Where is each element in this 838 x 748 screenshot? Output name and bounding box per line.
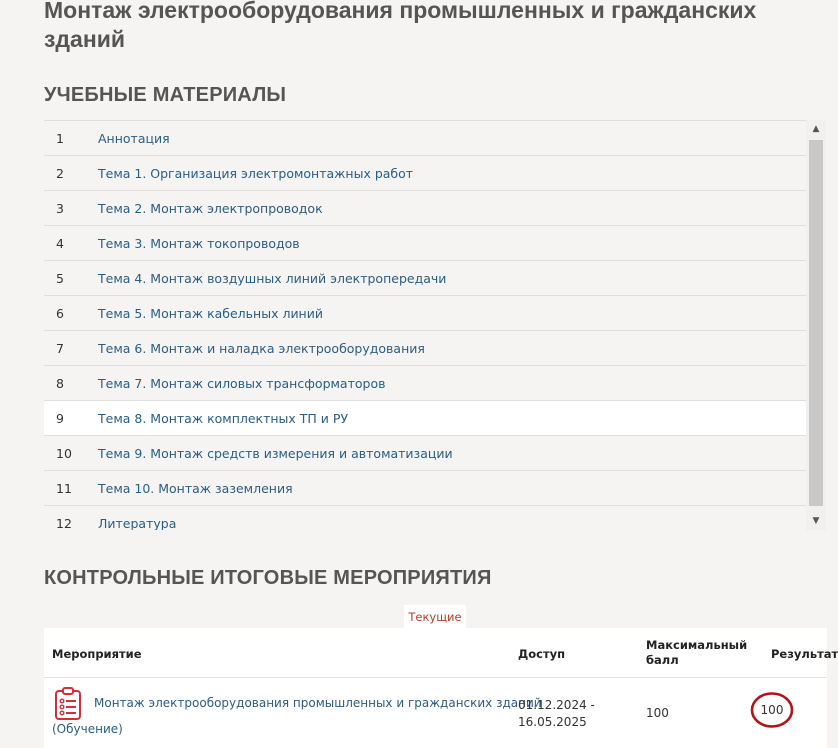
- events-table-header: Мероприятие Доступ Максимальный балл Рез…: [44, 628, 838, 678]
- list-item-number: 1: [56, 130, 64, 146]
- events-heading: КОНТРОЛЬНЫЕ ИТОГОВЫЕ МЕРОПРИЯТИЯ: [44, 567, 492, 589]
- list-item[interactable]: 9 Тема 8. Монтаж комплектных ТП и РУ: [44, 401, 806, 436]
- event-link[interactable]: Монтаж электрооборудования промышленных …: [94, 696, 542, 710]
- material-link[interactable]: Тема 7. Монтаж силовых трансформаторов: [98, 376, 385, 391]
- list-item[interactable]: 10 Тема 9. Монтаж средств измерения и авт…: [44, 436, 806, 471]
- material-link[interactable]: Тема 10. Монтаж заземления: [98, 481, 293, 496]
- column-header-result: Результат: [771, 647, 838, 661]
- event-result: 100: [750, 691, 794, 729]
- material-link[interactable]: Тема 4. Монтаж воздушных линий электропе…: [98, 271, 446, 286]
- list-item-number: 10: [56, 445, 72, 461]
- event-type-link[interactable]: (Обучение): [52, 722, 123, 736]
- list-item-number: 11: [56, 480, 72, 496]
- column-header-max-score: Максимальный балл: [646, 638, 748, 667]
- page-title: Монтаж электрооборудования промышленных …: [44, 0, 757, 52]
- access-to: 16.05.2025: [518, 715, 587, 729]
- clipboard-checklist-icon: [55, 687, 81, 720]
- events-table: Мероприятие Доступ Максимальный балл Рез…: [44, 628, 838, 748]
- event-result-value: 100: [760, 703, 784, 717]
- materials-panel: 1 Аннотация 2 Тема 1. Организация электромо…: [44, 120, 826, 530]
- list-item[interactable]: 3 Тема 2. Монтаж электропроводок: [44, 191, 806, 226]
- material-link[interactable]: Тема 5. Монтаж кабельных линий: [98, 306, 323, 321]
- materials-scrollbar[interactable]: ▲ ▼: [806, 120, 826, 530]
- column-header-event: Мероприятие: [52, 647, 142, 661]
- list-item-number: 7: [56, 340, 64, 356]
- access-from: 01.12.2024 -: [518, 698, 595, 712]
- list-item-number: 6: [56, 305, 64, 321]
- list-item-number: 4: [56, 235, 64, 251]
- event-access-period: 01.12.2024 - 16.05.2025: [518, 697, 595, 731]
- material-link[interactable]: Тема 3. Монтаж токопроводов: [98, 236, 300, 251]
- tab-current[interactable]: Текущие: [404, 605, 466, 628]
- material-link[interactable]: Тема 1. Организация электромонтажных раб…: [98, 166, 413, 181]
- scroll-up-icon[interactable]: ▲: [806, 120, 826, 138]
- list-item[interactable]: 2 Тема 1. Организация электромонтажных ра…: [44, 156, 806, 191]
- material-link[interactable]: Тема 9. Монтаж средств измерения и автом…: [98, 446, 453, 461]
- list-item-number: 5: [56, 270, 64, 286]
- materials-heading: УЧЕБНЫЕ МАТЕРИАЛЫ: [44, 84, 287, 106]
- list-item-number: 3: [56, 200, 64, 216]
- material-link[interactable]: Литература: [98, 516, 176, 531]
- scroll-down-icon[interactable]: ▼: [806, 512, 826, 530]
- material-link[interactable]: Аннотация: [98, 131, 170, 146]
- list-item[interactable]: 7 Тема 6. Монтаж и наладка электрооборудо…: [44, 331, 806, 366]
- list-item-number: 8: [56, 375, 64, 391]
- list-item[interactable]: 5 Тема 4. Монтаж воздушных линий электроп…: [44, 261, 806, 296]
- material-link[interactable]: Тема 8. Монтаж комплектных ТП и РУ: [98, 411, 348, 426]
- material-link[interactable]: Тема 2. Монтаж электропроводок: [98, 201, 323, 216]
- materials-list: 1 Аннотация 2 Тема 1. Организация электромо…: [44, 120, 806, 530]
- scrollbar-thumb[interactable]: [809, 140, 823, 506]
- list-item[interactable]: 4 Тема 3. Монтаж токопроводов: [44, 226, 806, 261]
- column-header-access: Доступ: [518, 647, 566, 661]
- list-item-number: 9: [56, 410, 64, 426]
- list-item[interactable]: 12 Литература: [44, 506, 806, 530]
- list-item[interactable]: 6 Тема 5. Монтаж кабельных линий: [44, 296, 806, 331]
- material-link[interactable]: Тема 6. Монтаж и наладка электрооборудов…: [98, 341, 425, 356]
- table-row: Монтаж электрооборудования промышленных …: [44, 678, 827, 748]
- list-item[interactable]: 1 Аннотация: [44, 121, 806, 156]
- list-item-number: 12: [56, 515, 72, 531]
- list-item[interactable]: 8 Тема 7. Монтаж силовых трансформаторов: [44, 366, 806, 401]
- event-max-score: 100: [646, 706, 669, 720]
- list-item[interactable]: 11 Тема 10. Монтаж заземления: [44, 471, 806, 506]
- list-item-number: 2: [56, 165, 64, 181]
